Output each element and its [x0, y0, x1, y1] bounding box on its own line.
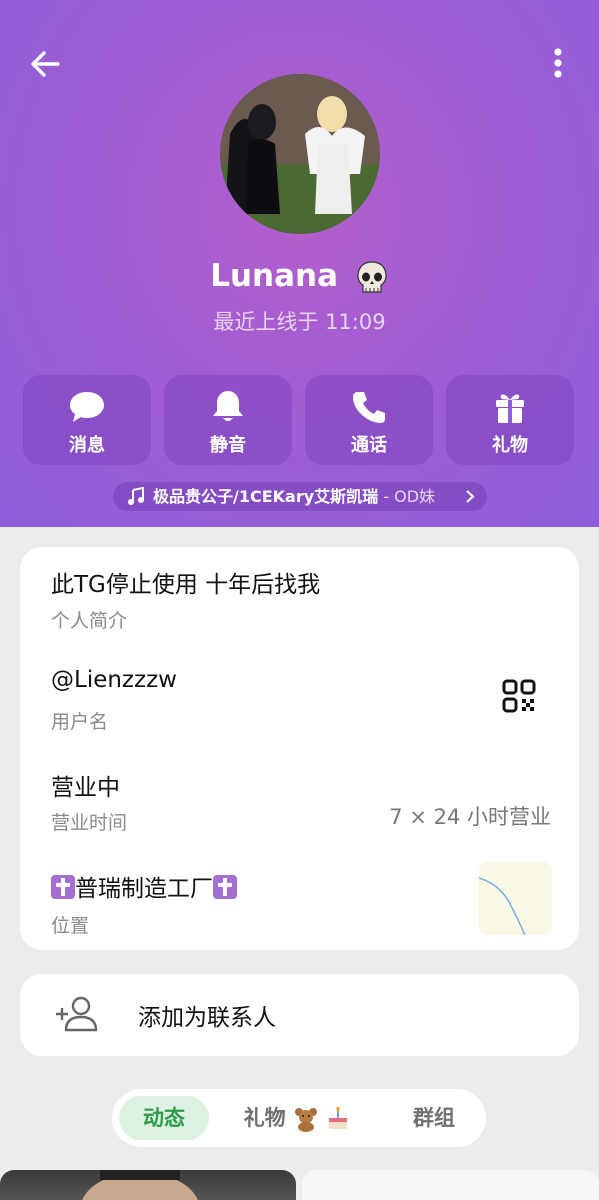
tab-gifts-label: 礼物	[243, 1106, 286, 1130]
location-name[interactable]: 普瑞制造工厂	[51, 869, 237, 903]
skull-icon	[357, 260, 387, 293]
latin-cross-icon	[213, 875, 237, 899]
teddy-bear-icon	[295, 1108, 317, 1132]
music-note-icon	[128, 487, 144, 505]
call-label: 通话	[351, 435, 387, 456]
post-thumbnail[interactable]	[302, 1170, 599, 1200]
add-contact-card[interactable]: 添加为联系人	[20, 974, 579, 1056]
profile-name-row: Lunana	[0, 258, 599, 297]
message-button[interactable]: 消息	[23, 375, 151, 465]
music-track: 极品贵公子/1CEKary艾斯凯瑞 - OD妹	[153, 482, 435, 511]
more-options-button[interactable]	[540, 44, 576, 84]
profile-music[interactable]: 极品贵公子/1CEKary艾斯凯瑞 - OD妹	[113, 482, 487, 511]
message-label: 消息	[69, 435, 105, 456]
business-hours-value: 7 × 24 小时营业	[389, 805, 551, 829]
business-status: 营业中	[51, 775, 120, 801]
cake-icon	[329, 1106, 348, 1129]
location-label: 位置	[51, 915, 90, 937]
add-contact-label: 添加为联系人	[138, 1005, 276, 1031]
username-text[interactable]: @Lienzzzw	[51, 667, 177, 693]
profile-name: Lunana	[210, 258, 338, 294]
tab-gifts[interactable]: 礼物	[232, 1096, 362, 1140]
add-user-icon	[56, 996, 98, 1032]
username-label: 用户名	[51, 711, 109, 733]
phone-icon	[353, 392, 385, 423]
chevron-right-icon	[466, 490, 475, 503]
business-hours-label: 营业时间	[51, 812, 128, 834]
music-title: 极品贵公子/1CEKary艾斯凯瑞	[153, 487, 379, 506]
post-thumbnail[interactable]	[0, 1170, 296, 1200]
tab-posts[interactable]: 动态	[119, 1096, 209, 1140]
mute-label: 静音	[210, 435, 246, 456]
avatar[interactable]	[220, 74, 380, 234]
back-button[interactable]	[26, 44, 66, 84]
bio-text: 此TG停止使用 十年后找我	[51, 572, 321, 598]
more-vertical-icon	[554, 48, 562, 78]
profile-info-card: 此TG停止使用 十年后找我 个人简介 @Lienzzzw 用户名 营业中 营业时…	[20, 547, 579, 950]
gift-button[interactable]: 礼物	[446, 375, 574, 465]
bio-label: 个人简介	[51, 610, 128, 632]
profile-header: Lunana 最近上线于 11:09 消息 静音 通话 礼物 极品贵公子/1CE…	[0, 0, 599, 527]
message-icon	[70, 392, 104, 422]
latin-cross-icon	[51, 875, 75, 899]
gift-icon	[496, 394, 524, 423]
tab-groups[interactable]: 群组	[394, 1096, 474, 1140]
location-map-thumbnail[interactable]	[479, 862, 552, 935]
mute-button[interactable]: 静音	[164, 375, 292, 465]
gift-label: 礼物	[492, 435, 528, 456]
qr-code-icon[interactable]	[502, 679, 536, 713]
location-text: 普瑞制造工厂	[75, 876, 213, 902]
call-button[interactable]: 通话	[305, 375, 433, 465]
bell-icon	[213, 391, 243, 421]
last-seen-status: 最近上线于 11:09	[213, 310, 386, 334]
profile-tabs: 动态 礼物 群组	[112, 1089, 486, 1147]
arrow-left-icon	[31, 51, 60, 77]
music-artist: - OD妹	[378, 487, 436, 506]
